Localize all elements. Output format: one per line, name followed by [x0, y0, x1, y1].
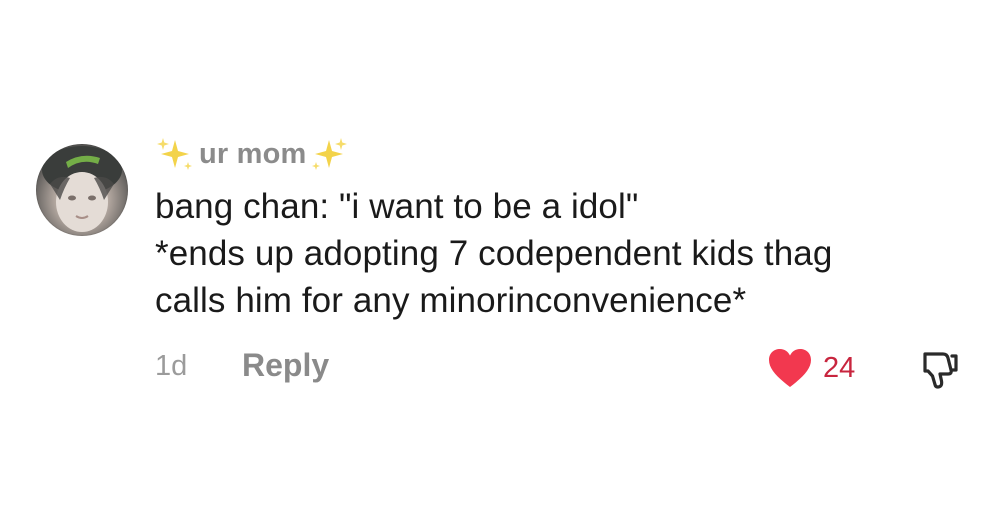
avatar[interactable]	[36, 144, 128, 236]
comment-text: bang chan: "i want to be a idol" *ends u…	[155, 183, 965, 324]
username[interactable]: ur mom	[199, 138, 307, 171]
comment-line: *ends up adopting 7 codependent kids tha…	[155, 234, 833, 273]
comment-body: ur mom bang chan: "i want to be a idol" …	[155, 134, 965, 324]
heart-icon[interactable]	[767, 347, 813, 389]
like-count: 24	[823, 351, 856, 384]
comment-screen: ur mom bang chan: "i want to be a idol" …	[0, 0, 1000, 515]
sparkles-icon	[311, 138, 347, 170]
comment-actions: 1d Reply 24	[155, 346, 975, 390]
avatar-image	[42, 146, 122, 232]
username-row[interactable]: ur mom	[155, 134, 965, 174]
like-button[interactable]: 24	[767, 346, 855, 390]
comment-line: bang chan: "i want to be a idol"	[155, 187, 639, 226]
comment-line: calls him for any minorinconvenience*	[155, 281, 747, 320]
sparkles-icon	[157, 138, 192, 170]
timestamp: 1d	[155, 350, 188, 382]
thumbs-down-icon[interactable]	[917, 348, 961, 392]
reply-button[interactable]: Reply	[242, 347, 329, 384]
